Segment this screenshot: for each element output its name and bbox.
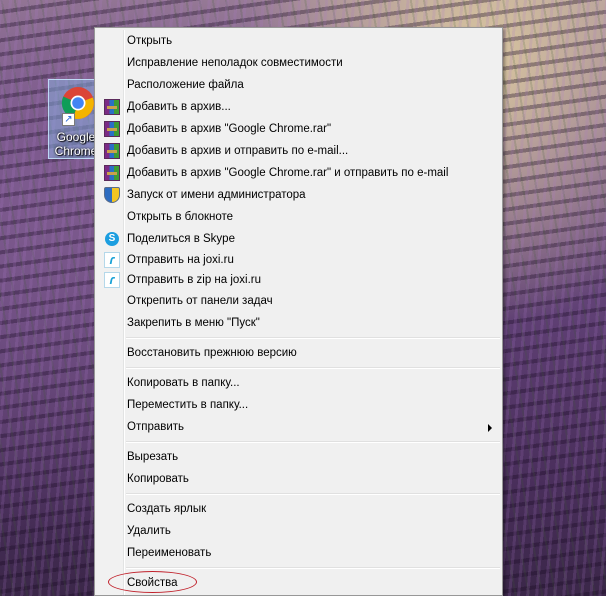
winrar-icon [104, 143, 120, 159]
menu-item-file-location[interactable]: Расположение файла [97, 74, 500, 96]
menu-item-send-zip-joxi[interactable]: ɾ Отправить в zip на joxi.ru [97, 269, 500, 291]
menu-item-label: Исправление неполадок совместимости [127, 57, 343, 69]
skype-icon: S [105, 232, 119, 246]
context-menu: Открыть Исправление неполадок совместимо… [94, 27, 503, 596]
menu-item-restore-previous[interactable]: Восстановить прежнюю версию [97, 342, 500, 364]
menu-separator [126, 493, 500, 495]
menu-item-label: Поделиться в Skype [127, 233, 235, 245]
menu-item-add-to-archive[interactable]: Добавить в архив... [97, 96, 500, 118]
menu-separator [126, 441, 500, 443]
menu-item-label: Открыть в блокноте [127, 211, 234, 223]
menu-item-label: Добавить в архив "Google Chrome.rar" [127, 123, 332, 135]
menu-item-label: Закрепить в меню "Пуск" [127, 317, 260, 329]
menu-item-run-as-admin[interactable]: Запуск от имени администратора [97, 184, 500, 206]
menu-item-create-shortcut[interactable]: Создать ярлык [97, 498, 500, 520]
menu-item-copy[interactable]: Копировать [97, 468, 500, 490]
uac-shield-icon [104, 187, 120, 203]
menu-item-open[interactable]: Открыть [97, 30, 500, 52]
winrar-icon [104, 99, 120, 115]
menu-separator [126, 567, 500, 569]
menu-item-label: Открыть [127, 35, 173, 47]
properties-highlight-annotation [108, 571, 197, 593]
menu-item-label: Добавить в архив и отправить по e-mail..… [127, 145, 349, 157]
menu-item-send-to[interactable]: Отправить [97, 416, 500, 438]
menu-item-label: Вырезать [127, 451, 179, 463]
joxi-icon: ɾ [104, 252, 120, 268]
menu-item-label: Добавить в архив... [127, 101, 231, 113]
menu-item-label: Отправить [127, 421, 185, 433]
menu-item-label: Копировать [127, 473, 189, 485]
menu-item-move-to-folder[interactable]: Переместить в папку... [97, 394, 500, 416]
winrar-icon [104, 121, 120, 137]
menu-item-label: Копировать в папку... [127, 377, 240, 389]
menu-item-cut[interactable]: Вырезать [97, 446, 500, 468]
menu-item-troubleshoot-compatibility[interactable]: Исправление неполадок совместимости [97, 52, 500, 74]
menu-item-pin-start[interactable]: Закрепить в меню "Пуск" [97, 312, 500, 334]
menu-item-label: Добавить в архив "Google Chrome.rar" и о… [127, 167, 449, 179]
menu-separator [126, 367, 500, 369]
joxi-icon: ɾ [104, 272, 120, 288]
menu-item-label: Восстановить прежнюю версию [127, 347, 297, 359]
menu-item-label: Переместить в папку... [127, 399, 249, 411]
menu-item-label: Отправить в zip на joxi.ru [127, 274, 262, 286]
menu-item-copy-to-folder[interactable]: Копировать в папку... [97, 372, 500, 394]
menu-item-label: Переименовать [127, 547, 212, 559]
menu-item-label: Создать ярлык [127, 503, 207, 515]
menu-item-named-archive-and-email[interactable]: Добавить в архив "Google Chrome.rar" и о… [97, 162, 500, 184]
winrar-icon [104, 165, 120, 181]
menu-item-rename[interactable]: Переименовать [97, 542, 500, 564]
menu-item-send-joxi[interactable]: ɾ Отправить на joxi.ru [97, 249, 500, 271]
menu-item-unpin-taskbar[interactable]: Открепить от панели задач [97, 290, 500, 312]
shortcut-arrow-icon: ↗ [62, 113, 75, 126]
menu-separator [126, 337, 500, 339]
menu-item-label: Запуск от имени администратора [127, 189, 306, 201]
menu-item-open-in-notepad[interactable]: Открыть в блокноте [97, 206, 500, 228]
menu-item-label: Расположение файла [127, 79, 244, 91]
menu-item-delete[interactable]: Удалить [97, 520, 500, 542]
submenu-arrow-icon [488, 424, 492, 432]
menu-item-add-to-named-archive[interactable]: Добавить в архив "Google Chrome.rar" [97, 118, 500, 140]
menu-item-label: Удалить [127, 525, 171, 537]
menu-item-archive-and-email[interactable]: Добавить в архив и отправить по e-mail..… [97, 140, 500, 162]
menu-item-label: Отправить на joxi.ru [127, 254, 234, 266]
menu-item-share-skype[interactable]: S Поделиться в Skype [97, 228, 500, 250]
menu-item-label: Открепить от панели задач [127, 295, 273, 307]
